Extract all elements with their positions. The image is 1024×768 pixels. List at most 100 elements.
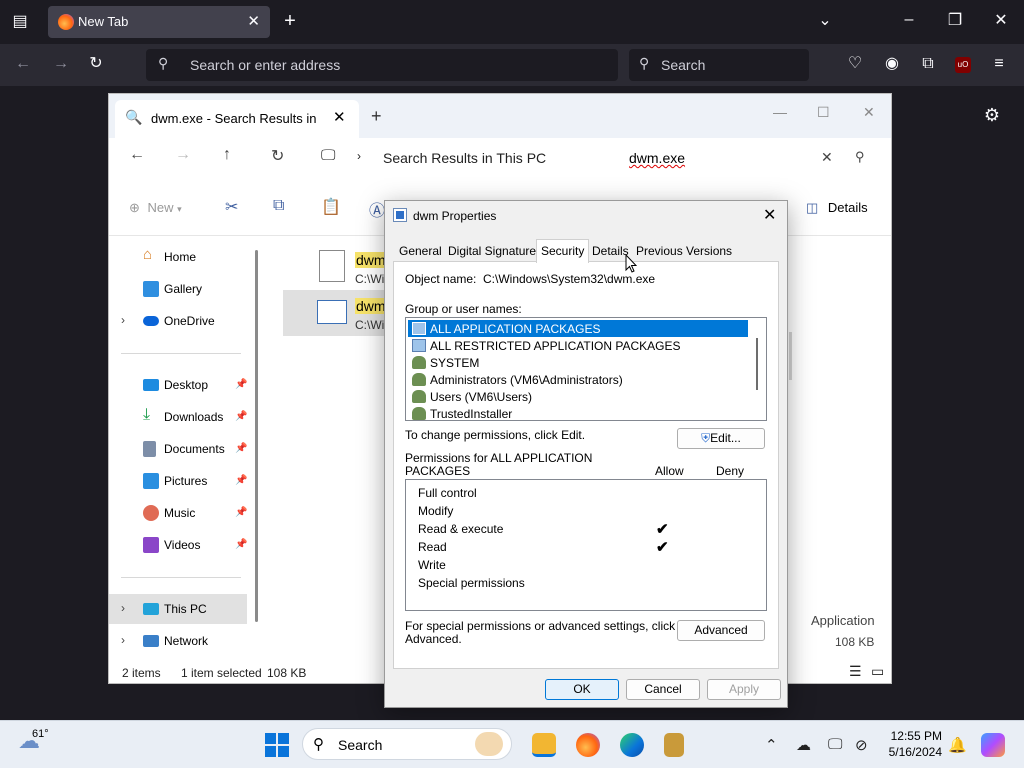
sidebar-scrollbar[interactable] [255,250,258,622]
copy-icon[interactable]: ⧉ [273,197,284,215]
up-icon[interactable]: ↑ [223,146,231,164]
edit-button[interactable]: ⛨Edit... [677,428,765,449]
list-scrollbar[interactable] [756,338,758,390]
system-clock[interactable]: 12:55 PM 5/16/2024 [880,728,942,760]
search-icon: ⚲ [639,55,650,71]
apply-button[interactable]: Apply [707,679,781,700]
close-icon[interactable]: ✕ [763,205,776,225]
nav-item-onedrive[interactable]: › OneDrive [109,306,249,336]
file-explorer-taskbar-icon[interactable] [532,733,556,757]
url-bar[interactable]: ⚲ Search or enter address [146,49,618,81]
nav-item-gallery[interactable]: Gallery [109,274,249,304]
list-view-icon[interactable]: ☰ [849,663,862,680]
details-button[interactable]: ◫ Details [806,200,868,216]
list-item[interactable]: Administrators (VM6\Administrators) [408,371,748,388]
list-item[interactable]: ALL APPLICATION PACKAGES [408,320,748,337]
new-tab-icon[interactable]: + [279,11,301,33]
start-tile-2 [278,733,289,744]
nav-item-videos[interactable]: Videos 📌 [109,530,249,560]
minimize-icon[interactable]: — [773,104,787,120]
pin-icon: 📌 [235,379,248,390]
explorer-tab[interactable]: 🔍 dwm.exe - Search Results in Sy ✕ [115,100,359,138]
refresh-icon[interactable]: ↻ [271,146,284,166]
reload-icon[interactable]: ↻ [85,54,107,76]
package-icon [412,339,426,352]
nav-item-this-pc[interactable]: › This PC [109,594,247,624]
cancel-button[interactable]: Cancel [626,679,700,700]
forward-icon[interactable]: → [50,54,72,76]
forward-icon[interactable]: → [175,146,191,164]
clear-search-icon[interactable]: ✕ [821,149,833,166]
file-icon [319,250,345,282]
onedrive-offline-icon[interactable]: ☁ [796,736,811,754]
tab-security[interactable]: Security [536,239,590,263]
gear-icon[interactable]: ⚙ [981,105,1003,127]
menu-icon[interactable]: ≡ [988,54,1010,76]
taskbar-search-box[interactable]: ⚲ Search [302,728,512,760]
nav-item-label: Home [164,250,197,264]
close-window-icon[interactable]: ✕ [863,104,875,121]
search-icon[interactable]: ⚲ [855,149,865,165]
network-status-icon[interactable]: ⊘ [855,736,868,754]
address-bar[interactable]: 🖵 › Search Results in This PC [311,145,591,171]
deny-column-header: Deny [716,464,745,478]
tab-previous-versions[interactable]: Previous Versions [632,242,736,262]
status-size: 108 KB [267,666,307,680]
list-item[interactable]: SYSTEM [408,354,748,371]
restore-icon[interactable]: ❐ [944,11,966,33]
display-icon[interactable]: 🖵 [828,736,842,753]
extensions-icon[interactable]: ⧉ [917,54,939,76]
chevron-right-icon[interactable]: › [121,601,125,615]
close-tab-icon[interactable]: ✕ [247,12,260,30]
chevron-right-icon[interactable]: › [121,313,125,327]
list-item[interactable]: ALL RESTRICTED APPLICATION PACKAGES [408,337,748,354]
nav-item-downloads[interactable]: ⤓ Downloads 📌 [109,402,249,432]
tab-list-icon[interactable]: ▤ [9,12,31,34]
new-tab-icon[interactable]: + [371,106,382,127]
nav-item-music[interactable]: Music 📌 [109,498,249,528]
ublock-icon[interactable]: uO [955,57,971,73]
minimize-icon[interactable]: – [898,10,920,32]
chevron-up-icon[interactable]: ⌃ [765,736,778,754]
firefox-search-box[interactable]: ⚲ Search [629,49,809,81]
tab-general[interactable]: General [395,242,446,262]
chevron-down-icon[interactable]: ⌄ [814,11,836,33]
tile-view-icon[interactable]: ▭ [871,663,884,680]
pocket-icon[interactable]: ♡ [844,54,866,76]
uac-shield-icon: ⛨ [701,431,711,445]
edge-taskbar-icon[interactable] [620,733,644,757]
ok-button[interactable]: OK [545,679,619,700]
nav-item-pictures[interactable]: Pictures 📌 [109,466,249,496]
user-name: Administrators (VM6\Administrators) [430,373,623,387]
nav-item-home[interactable]: ⌂ Home [109,242,249,272]
tab-digital-signatures[interactable]: Digital Signatures [444,242,546,262]
close-window-icon[interactable]: ✕ [990,11,1012,33]
list-item[interactable]: TrustedInstaller [408,405,748,420]
cut-icon[interactable]: ✂ [225,197,238,217]
nav-item-desktop[interactable]: Desktop 📌 [109,370,249,400]
list-item[interactable]: Users (VM6\Users) [408,388,748,405]
nav-item-documents[interactable]: Documents 📌 [109,434,249,464]
new-button[interactable]: ⊕ New ▾ [129,200,182,216]
back-icon[interactable]: ← [129,146,145,164]
user-list[interactable]: ALL APPLICATION PACKAGES ALL RESTRICTED … [405,317,767,421]
account-icon[interactable]: ◉ [881,54,903,76]
nav-divider [121,353,241,354]
advanced-button[interactable]: Advanced [677,620,765,641]
copilot-icon[interactable] [981,733,1005,757]
permission-row: Special permissions [418,576,525,590]
close-tab-icon[interactable]: ✕ [333,108,346,126]
bell-icon[interactable]: 🔔 [948,736,967,754]
explorer-search-input[interactable]: dwm.exe ✕ ⚲ [617,145,875,171]
details-pane-icon: ◫ [806,200,819,215]
paste-icon[interactable]: 📋 [321,197,341,217]
rename-icon[interactable]: Ⓐ [369,197,385,221]
windows-start-icon[interactable] [265,733,289,757]
back-icon[interactable]: ← [12,54,34,76]
maximize-icon[interactable]: ☐ [817,104,830,121]
firefox-taskbar-icon[interactable] [576,733,600,757]
firefox-tab-new-tab[interactable]: New Tab ✕ [48,6,270,38]
chevron-right-icon[interactable]: › [121,633,125,647]
security-taskbar-icon[interactable] [664,733,684,757]
nav-item-network[interactable]: › Network [109,626,249,656]
